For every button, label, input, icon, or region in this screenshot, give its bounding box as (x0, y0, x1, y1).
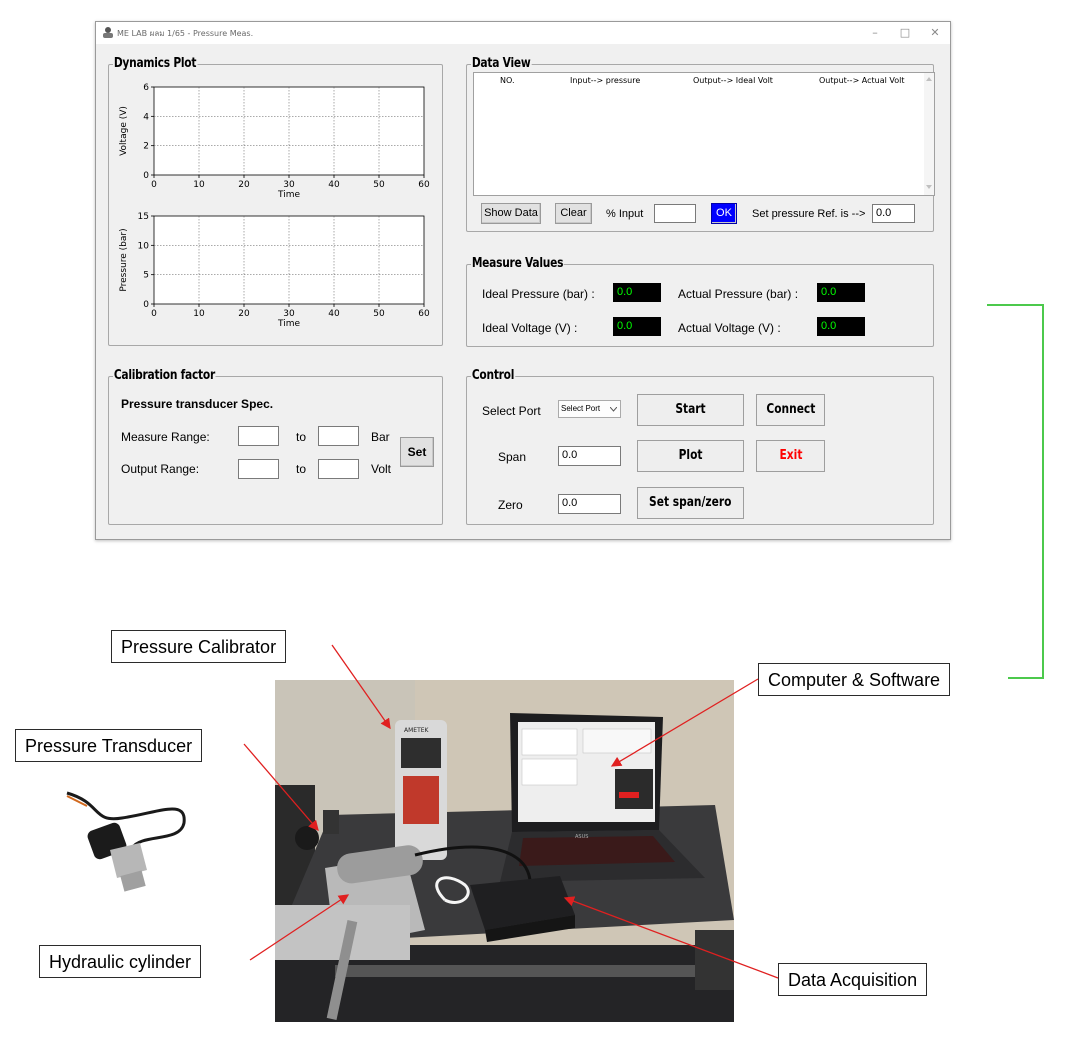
connector-line (987, 304, 1044, 679)
arrow-transducer (243, 743, 319, 831)
arrow-calibrator (331, 644, 391, 730)
arrow-cylinder (249, 894, 350, 961)
annotation-overlay (243, 304, 1044, 979)
arrow-daq (563, 896, 779, 979)
arrow-computer (610, 678, 759, 767)
